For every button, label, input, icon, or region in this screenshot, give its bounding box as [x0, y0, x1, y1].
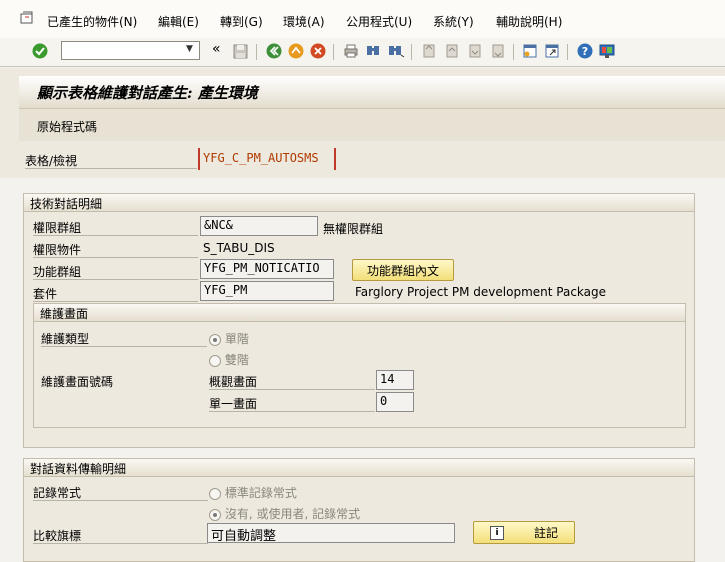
- tech-details-title: 技術對話明細: [24, 194, 694, 212]
- menu-generated-objects[interactable]: 已產生的物件(N): [47, 13, 137, 30]
- auth-object-label: 權限物件: [33, 241, 198, 258]
- two-level-label: 雙階: [224, 353, 249, 367]
- transport-details-title: 對話資料傳輸明細: [24, 459, 694, 477]
- cancel-icon[interactable]: [309, 42, 327, 60]
- function-group-text-button[interactable]: 功能群組內文: [352, 259, 454, 281]
- note-button[interactable]: i 註記: [473, 521, 575, 544]
- auth-group-field[interactable]: &NC&: [200, 216, 318, 236]
- standard-recording-radio-button[interactable]: [209, 487, 221, 500]
- svg-text:?: ?: [582, 45, 588, 58]
- application-toolbar: [19, 109, 725, 141]
- table-view-value: YFG_C_PM_AUTOSMS: [203, 151, 319, 165]
- menu-bar: 已產生的物件(N) 編輯(E) 轉到(G) 環境(A) 公用程式(U) 系統(Y…: [0, 0, 725, 39]
- maint-type-label: 維護類型: [41, 330, 207, 347]
- print-icon[interactable]: [342, 42, 360, 60]
- toolbar-separator: [411, 44, 412, 60]
- package-label: 套件: [33, 285, 198, 302]
- function-group-label: 功能群組: [33, 263, 198, 280]
- standard-recording-label: 標準記錄常式: [224, 486, 297, 500]
- toolbar-separator: [567, 44, 568, 60]
- single-level-label: 單階: [224, 332, 249, 346]
- last-page-icon[interactable]: [489, 42, 507, 60]
- function-group-field[interactable]: YFG_PM_NOTICATIO: [200, 259, 334, 279]
- table-view-label: 表格/檢視: [25, 152, 197, 169]
- toolbar-separator: [513, 44, 514, 60]
- page-title: 顯示表格維護對話產生: 產生環境: [37, 84, 258, 102]
- single-level-radio-button[interactable]: [209, 333, 221, 346]
- auth-group-text: 無權限群組: [323, 222, 384, 236]
- standard-recording-radio[interactable]: 標準記錄常式: [209, 484, 297, 501]
- next-page-icon[interactable]: [466, 42, 484, 60]
- table-view-field[interactable]: YFG_C_PM_AUTOSMS: [198, 148, 336, 170]
- single-level-radio[interactable]: 單階: [209, 330, 249, 347]
- toolbar-separator: [256, 44, 257, 60]
- prev-page-icon[interactable]: [443, 42, 461, 60]
- maint-screen-number-label: 維護畫面號碼: [41, 375, 114, 389]
- source-code-button[interactable]: 原始程式碼: [37, 118, 97, 135]
- menu-edit[interactable]: 編輯(E): [158, 13, 199, 30]
- menu-environment[interactable]: 環境(A): [283, 13, 325, 30]
- two-level-radio-button[interactable]: [209, 354, 221, 367]
- single-screen-field[interactable]: 0: [376, 392, 414, 412]
- exit-icon[interactable]: [287, 42, 305, 60]
- save-icon[interactable]: [231, 42, 249, 60]
- shortcut-icon[interactable]: [543, 42, 561, 60]
- menu-goto[interactable]: 轉到(G): [220, 13, 263, 30]
- new-session-icon[interactable]: [521, 42, 539, 60]
- auth-object-value: S_TABU_DIS: [203, 241, 275, 255]
- overview-screen-label: 概觀畫面: [209, 373, 375, 390]
- no-recording-label: 沒有, 或使用者, 記錄常式: [224, 507, 361, 521]
- package-text: Farglory Project PM development Package: [355, 285, 607, 299]
- compare-flag-label: 比較旗標: [33, 527, 208, 544]
- menu-help[interactable]: 輔助說明(H): [496, 13, 562, 30]
- find-icon[interactable]: [364, 42, 382, 60]
- package-field[interactable]: YFG_PM: [200, 281, 334, 301]
- menu-expand-icon[interactable]: [19, 11, 35, 25]
- auth-group-label: 權限群組: [33, 219, 198, 236]
- note-button-label: 註記: [533, 526, 558, 540]
- info-icon: i: [489, 525, 504, 540]
- layout-icon[interactable]: [598, 42, 616, 60]
- menu-system[interactable]: 系統(Y): [433, 13, 474, 30]
- toolbar-separator: [333, 44, 334, 60]
- command-field[interactable]: [61, 41, 200, 60]
- no-recording-radio[interactable]: 沒有, 或使用者, 記錄常式: [209, 505, 360, 522]
- menu-utilities[interactable]: 公用程式(U): [346, 13, 412, 30]
- command-history-icon[interactable]: «: [212, 41, 221, 57]
- find-next-icon[interactable]: [387, 42, 405, 60]
- overview-screen-field[interactable]: 14: [376, 370, 414, 390]
- first-page-icon[interactable]: [420, 42, 438, 60]
- back-icon[interactable]: [265, 42, 283, 60]
- check-icon[interactable]: [31, 42, 49, 60]
- help-icon[interactable]: ?: [576, 42, 594, 60]
- no-recording-radio-button[interactable]: [209, 508, 221, 521]
- two-level-radio[interactable]: 雙階: [209, 351, 249, 368]
- compare-flag-field[interactable]: 可自動調整: [207, 523, 455, 543]
- single-screen-label: 單一畫面: [209, 395, 375, 412]
- maint-screen-title: 維護畫面: [34, 304, 685, 322]
- recording-routine-label: 記錄常式: [33, 484, 208, 501]
- command-dropdown-icon[interactable]: ▼: [186, 44, 193, 54]
